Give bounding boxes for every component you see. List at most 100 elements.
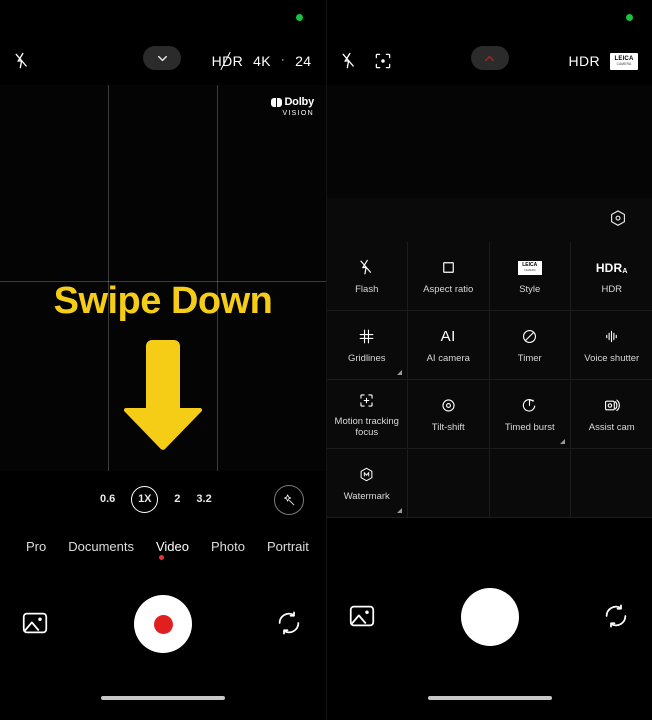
arrow-down-icon	[123, 340, 203, 450]
separator-dot: ·	[281, 54, 286, 66]
chevron-up-icon	[484, 55, 495, 61]
settings-strip	[326, 198, 652, 243]
leica-badge-icon: LEICA CAMERA	[517, 257, 542, 279]
menu-label: AI camera	[426, 352, 470, 364]
zoom-control-row: 0.6 1X 2 3.2	[0, 485, 326, 515]
gallery-icon[interactable]	[20, 608, 52, 640]
dolby-word: Dolby	[284, 96, 314, 108]
mode-video[interactable]: Video	[156, 539, 189, 554]
menu-item-flash[interactable]: Flash	[326, 242, 408, 311]
comparison-screenshot: HDR 4K · 24 Dolby VISION Swipe Down 0.6 …	[0, 0, 652, 720]
menu-cell-empty-2	[489, 449, 571, 518]
privacy-indicator-dot	[625, 14, 633, 21]
menu-label: Watermark	[343, 490, 390, 502]
left-camera-screen: HDR 4K · 24 Dolby VISION Swipe Down 0.6 …	[0, 0, 326, 720]
settings-hex-icon[interactable]	[607, 208, 631, 232]
photo-shutter-button[interactable]	[460, 588, 519, 646]
menu-label: Tilt-shift	[431, 421, 465, 433]
flip-camera-icon[interactable]	[274, 608, 306, 640]
ai-icon: AI	[440, 328, 456, 346]
menu-item-voice-shutter[interactable]: Voice shutter	[571, 311, 652, 380]
hdr-toggle[interactable]: HDR	[212, 51, 244, 71]
mode-portrait[interactable]: Portrait	[267, 539, 309, 554]
collapse-settings-button[interactable]	[470, 46, 509, 70]
camera-settings-menu: Flash Aspect ratio LEICA CAMERA Style HD…	[326, 242, 652, 518]
right-top-right-group: HDR LEICA CAMERA	[568, 44, 652, 78]
dolby-vision-word: VISION	[282, 109, 314, 117]
menu-label: Style	[519, 283, 541, 295]
left-bottom-controls: 0.6 1X 2 3.2 Pro Documents Video Photo P	[0, 471, 326, 720]
menu-label: Timed burst	[504, 421, 555, 433]
flip-camera-icon[interactable]	[601, 601, 633, 633]
zoom-option-2[interactable]: 2	[174, 493, 180, 505]
swipe-arrow-container	[0, 340, 326, 452]
right-top-toolbar: HDR LEICA CAMERA	[327, 44, 652, 78]
hdr-auto-icon: HDRA	[595, 260, 628, 275]
menu-item-aspect-ratio[interactable]: Aspect ratio	[408, 242, 490, 311]
framerate-label[interactable]: 24	[295, 53, 311, 69]
record-dot	[153, 614, 173, 634]
leica-badge-icon: LEICA CAMERA	[610, 52, 638, 70]
resolution-label[interactable]: 4K	[253, 53, 271, 69]
video-record-button[interactable]	[134, 595, 192, 653]
square-icon	[439, 257, 458, 279]
assist-cam-icon	[602, 395, 621, 417]
right-viewfinder[interactable]	[326, 85, 652, 198]
gallery-icon[interactable]	[347, 601, 379, 633]
voice-wave-icon	[602, 326, 621, 348]
dolby-logo-icon	[271, 98, 283, 108]
menu-cell-empty-1	[408, 449, 490, 518]
dolby-vision-badge: Dolby VISION	[271, 96, 314, 117]
menu-label: HDR	[601, 283, 623, 295]
menu-label: Gridlines	[348, 352, 386, 364]
left-top-toolbar: HDR 4K · 24	[0, 44, 326, 78]
mode-documents[interactable]: Documents	[68, 539, 134, 554]
zoom-levels: 0.6 1X 2 3.2	[100, 485, 212, 513]
privacy-indicator-dot	[296, 14, 303, 21]
menu-item-watermark[interactable]: Watermark	[326, 449, 408, 518]
leica-badge-line1: LEICA	[614, 55, 634, 62]
tilt-shift-icon	[439, 395, 458, 417]
chevron-down-icon	[157, 55, 167, 61]
shutter-row	[0, 585, 326, 671]
timer-off-icon	[520, 326, 539, 348]
home-indicator-bar	[427, 696, 552, 700]
right-bottom-controls	[326, 588, 652, 720]
menu-item-ai-camera[interactable]: AI AI camera	[408, 311, 490, 380]
menu-item-hdr[interactable]: HDRA HDR	[571, 242, 652, 311]
zoom-option-3[interactable]: 3.2	[196, 493, 211, 505]
mode-photo[interactable]: Photo	[211, 539, 245, 554]
expandable-corner-icon	[397, 370, 402, 375]
expand-settings-button[interactable]	[143, 46, 181, 70]
menu-item-tilt-shift[interactable]: Tilt-shift	[408, 380, 490, 449]
ai-scene-focus-icon[interactable]	[369, 47, 397, 75]
magic-wand-icon	[283, 493, 294, 505]
menu-label: Motion tracking focus	[334, 416, 399, 438]
mode-pro[interactable]: Pro	[26, 539, 46, 554]
menu-item-timer[interactable]: Timer	[489, 311, 571, 380]
menu-item-gridlines[interactable]: Gridlines	[326, 311, 408, 380]
grid-icon	[357, 326, 376, 348]
menu-label: Assist cam	[588, 421, 635, 433]
menu-item-motion-tracking-focus[interactable]: Motion tracking focus	[326, 380, 408, 449]
menu-label: Flash	[355, 283, 379, 295]
active-mode-indicator	[159, 555, 164, 560]
flash-off-icon[interactable]	[8, 47, 36, 75]
menu-label: Aspect ratio	[423, 283, 474, 295]
flash-off-icon[interactable]	[335, 47, 363, 75]
menu-item-assist-cam[interactable]: Assist cam	[571, 380, 652, 449]
leica-badge-line2: CAMERA	[616, 61, 632, 66]
menu-item-style[interactable]: LEICA CAMERA Style	[489, 242, 571, 311]
left-viewfinder[interactable]: Dolby VISION Swipe Down	[0, 85, 326, 471]
zoom-option-0[interactable]: 0.6	[100, 493, 115, 505]
menu-label: Voice shutter	[584, 352, 640, 364]
beauty-filter-button[interactable]	[274, 485, 304, 515]
zoom-option-1[interactable]: 1X	[131, 485, 159, 513]
home-indicator-bar	[101, 696, 225, 700]
hdr-label[interactable]: HDR	[568, 53, 600, 69]
motion-track-icon	[357, 389, 376, 411]
expandable-corner-icon	[397, 508, 402, 513]
flash-off-icon	[357, 257, 376, 279]
timed-burst-icon	[520, 395, 539, 417]
menu-item-timed-burst[interactable]: Timed burst	[489, 380, 571, 449]
